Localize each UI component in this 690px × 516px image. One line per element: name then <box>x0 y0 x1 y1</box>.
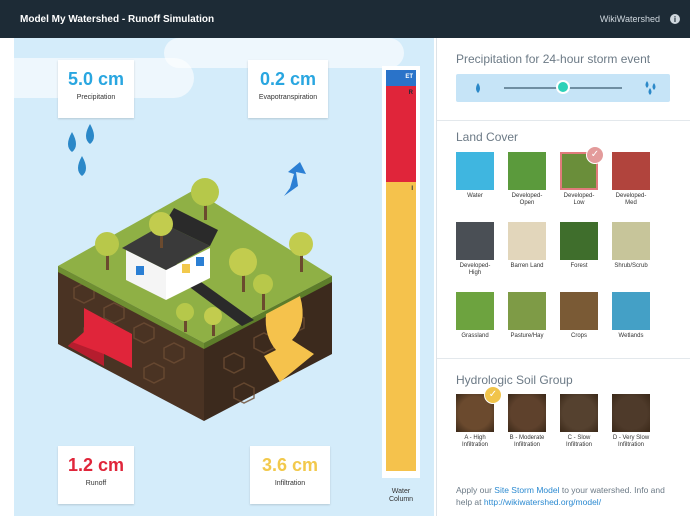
infiltration-value: 3.6 cm <box>261 455 319 475</box>
land-cover-tile[interactable]: Wetlands <box>612 292 650 340</box>
soil-group-image[interactable] <box>612 394 650 432</box>
soil-group-image[interactable]: ✓ <box>456 386 502 432</box>
evapotranspiration-value: 0.2 cm <box>259 69 317 89</box>
evapotranspiration-label: Evapotranspiration <box>258 94 318 101</box>
precipitation-slider[interactable] <box>456 74 670 102</box>
water-column-segment-i: I <box>386 182 416 471</box>
land-cover-image[interactable] <box>456 152 494 190</box>
evapotranspiration-card: 0.2 cm Evapotranspiration <box>248 60 328 118</box>
land-cover-tile[interactable]: Crops <box>560 292 598 340</box>
soil-group-label: C - Slow Infiltration <box>565 435 592 448</box>
site-storm-model-link[interactable]: Site Storm Model <box>494 485 559 495</box>
soil-group-tile[interactable]: B - Moderate Infiltration <box>508 394 546 449</box>
land-cover-image[interactable] <box>508 152 546 190</box>
titlebar-right: WikiWatershed i <box>600 14 680 24</box>
soil-group-image[interactable] <box>560 394 598 432</box>
land-cover-image[interactable] <box>612 152 650 190</box>
land-cover-image[interactable] <box>612 292 650 330</box>
land-cover-tile[interactable]: Shrub/Scrub <box>612 222 650 270</box>
soil-group-tile[interactable]: C - Slow Infiltration <box>560 394 598 449</box>
runoff-label: Runoff <box>85 480 107 487</box>
heavy-rain-icon <box>645 81 656 95</box>
land-cover-label: Barren Land <box>510 263 544 269</box>
land-cover-label: Developed-Low <box>563 193 595 206</box>
soil-group-title: Hydrologic Soil Group <box>456 373 573 387</box>
land-cover-label: Shrub/Scrub <box>614 263 648 269</box>
land-cover-label: Forest <box>570 263 588 269</box>
segment-label: I <box>411 186 413 192</box>
soil-group-tile[interactable]: D - Very Slow Infiltration <box>612 394 650 449</box>
land-cover-label: Wetlands <box>618 333 644 339</box>
land-cover-label: Developed-High <box>459 263 491 276</box>
footer-text: Apply our Site Storm Model to your water… <box>456 484 680 508</box>
land-cover-tile[interactable]: Developed-Med <box>612 152 650 207</box>
selected-check-icon: ✓ <box>586 146 604 164</box>
wikiwatershed-model-link[interactable]: http://wikiwatershed.org/model/ <box>484 497 601 507</box>
evapotranspiration-arrow-icon <box>284 162 306 196</box>
water-column: Water Column ET R I <box>382 66 420 503</box>
soil-group-image[interactable] <box>508 394 546 432</box>
land-cover-image[interactable] <box>508 222 546 260</box>
water-column-label-line2: Column <box>388 496 414 503</box>
water-column-segment-et: ET <box>386 70 416 86</box>
slider-thumb[interactable] <box>556 80 570 94</box>
land-cover-tile[interactable]: ✓ Developed-Low <box>560 146 604 207</box>
infiltration-card: 3.6 cm Infiltration <box>250 446 330 504</box>
info-icon[interactable]: i <box>670 14 680 24</box>
land-cover-tile[interactable]: Developed-Open <box>508 152 546 207</box>
water-column-label-line1: Water <box>391 488 411 495</box>
land-cover-image[interactable] <box>560 292 598 330</box>
footer-prefix: Apply our <box>456 485 495 495</box>
land-cover-tile[interactable]: Forest <box>560 222 598 270</box>
soil-group-label: D - Very Slow Infiltration <box>612 435 650 448</box>
land-cover-tile[interactable]: Developed-High <box>456 222 494 277</box>
land-cover-label: Crops <box>570 333 587 339</box>
segment-label: R <box>408 90 413 96</box>
divider <box>437 120 690 121</box>
title-bar: Model My Watershed - Runoff Simulation W… <box>0 0 690 38</box>
land-cover-image[interactable] <box>456 222 494 260</box>
small-raindrop-icon <box>476 83 480 93</box>
land-cover-image[interactable] <box>560 222 598 260</box>
land-cover-image[interactable] <box>456 292 494 330</box>
land-cover-label: Pasture/Hay <box>510 333 544 339</box>
water-column-label: Water Column <box>382 488 420 504</box>
wikiwatershed-link[interactable]: WikiWatershed <box>600 14 660 24</box>
land-cover-tile[interactable]: Water <box>456 152 494 200</box>
land-cover-tile[interactable]: Barren Land <box>508 222 546 270</box>
land-cover-image[interactable] <box>508 292 546 330</box>
simulation-scene: 5.0 cm Precipitation 0.2 cm Evapotranspi… <box>14 38 434 516</box>
land-cover-title: Land Cover <box>456 130 519 144</box>
water-column-segment-r: R <box>386 86 416 182</box>
runoff-card: 1.2 cm Runoff <box>58 446 134 504</box>
precipitation-value: 5.0 cm <box>67 69 125 89</box>
land-cover-label: Developed-Med <box>615 193 647 206</box>
runoff-value: 1.2 cm <box>67 455 125 475</box>
precipitation-title: Precipitation for 24-hour storm event <box>456 52 651 66</box>
soil-group-tile[interactable]: ✓ A - High Infiltration <box>456 386 502 449</box>
land-cover-tile[interactable]: Pasture/Hay <box>508 292 546 340</box>
divider <box>437 358 690 359</box>
land-cover-label: Developed-Open <box>511 193 543 206</box>
soil-group-label: B - Moderate Infiltration <box>509 435 545 448</box>
land-cover-image[interactable]: ✓ <box>560 146 604 190</box>
precipitation-label: Precipitation <box>76 94 116 101</box>
infiltration-label: Infiltration <box>274 480 306 487</box>
rain-drops-icon <box>68 124 94 176</box>
soil-group-label: A - High Infiltration <box>461 435 488 448</box>
app-title: Model My Watershed - Runoff Simulation <box>20 13 215 25</box>
controls-panel: Precipitation for 24-hour storm event La… <box>436 38 690 516</box>
segment-label: ET <box>405 74 413 80</box>
selected-check-icon: ✓ <box>484 386 502 404</box>
precipitation-card: 5.0 cm Precipitation <box>58 60 134 118</box>
land-cover-label: Grassland <box>461 333 489 339</box>
land-cover-image[interactable] <box>612 222 650 260</box>
land-cover-tile[interactable]: Grassland <box>456 292 494 340</box>
land-cover-label: Water <box>467 193 483 199</box>
